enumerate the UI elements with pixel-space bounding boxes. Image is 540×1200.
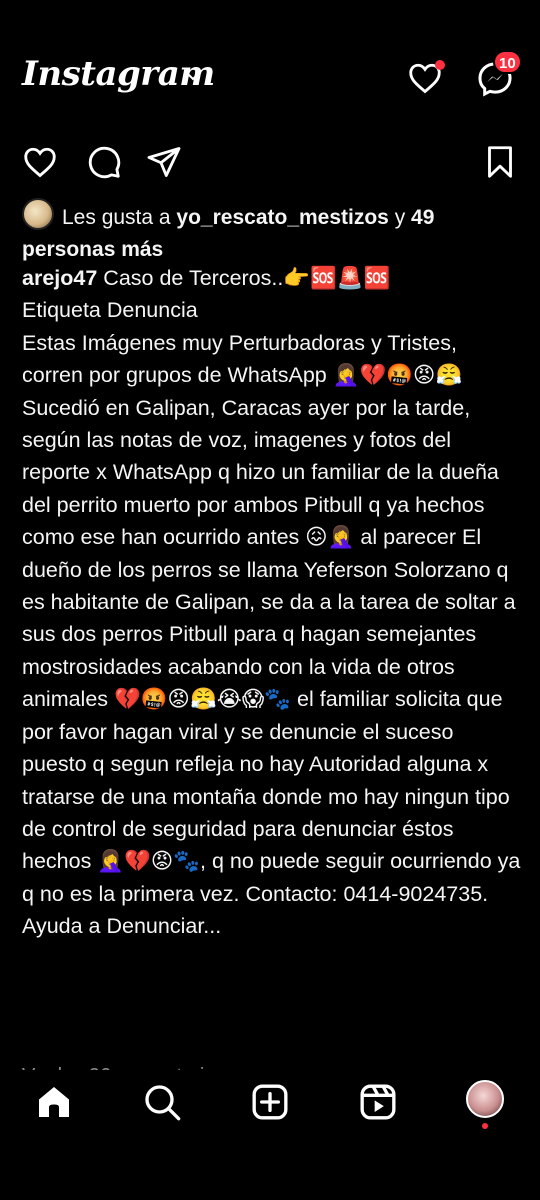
comment-icon[interactable] xyxy=(86,144,122,180)
top-bar: Instagram 10 xyxy=(0,40,540,116)
home-icon[interactable] xyxy=(34,1082,74,1122)
caption-username[interactable]: arejo47 xyxy=(22,266,97,290)
bookmark-icon[interactable] xyxy=(482,144,518,180)
reels-icon[interactable] xyxy=(358,1082,398,1122)
heart-icon[interactable] xyxy=(22,144,58,180)
caption-text: Caso de Terceros..👉🆘🚨🆘 Etiqueta Denuncia… xyxy=(22,266,521,939)
liker-username[interactable]: yo_rescato_mestizos xyxy=(176,206,388,229)
add-icon[interactable] xyxy=(250,1082,290,1122)
chevron-down-icon[interactable] xyxy=(186,70,200,84)
notification-dot xyxy=(435,60,445,70)
post-caption: arejo47 Caso de Terceros..👉🆘🚨🆘 Etiqueta … xyxy=(22,262,522,943)
liker-avatar[interactable] xyxy=(22,198,54,230)
messages-badge: 10 xyxy=(493,50,522,74)
post-actions xyxy=(0,140,540,190)
likes-middle: y xyxy=(388,206,412,229)
profile-notification-dot xyxy=(482,1123,488,1129)
likes-line: Les gusta a yo_rescato_mestizos y 49 per… xyxy=(22,198,522,266)
profile-avatar[interactable] xyxy=(466,1080,504,1118)
share-icon[interactable] xyxy=(146,144,182,180)
bottom-navigation xyxy=(0,1070,540,1136)
search-icon[interactable] xyxy=(142,1082,182,1122)
likes-prefix: Les gusta a xyxy=(62,206,177,229)
